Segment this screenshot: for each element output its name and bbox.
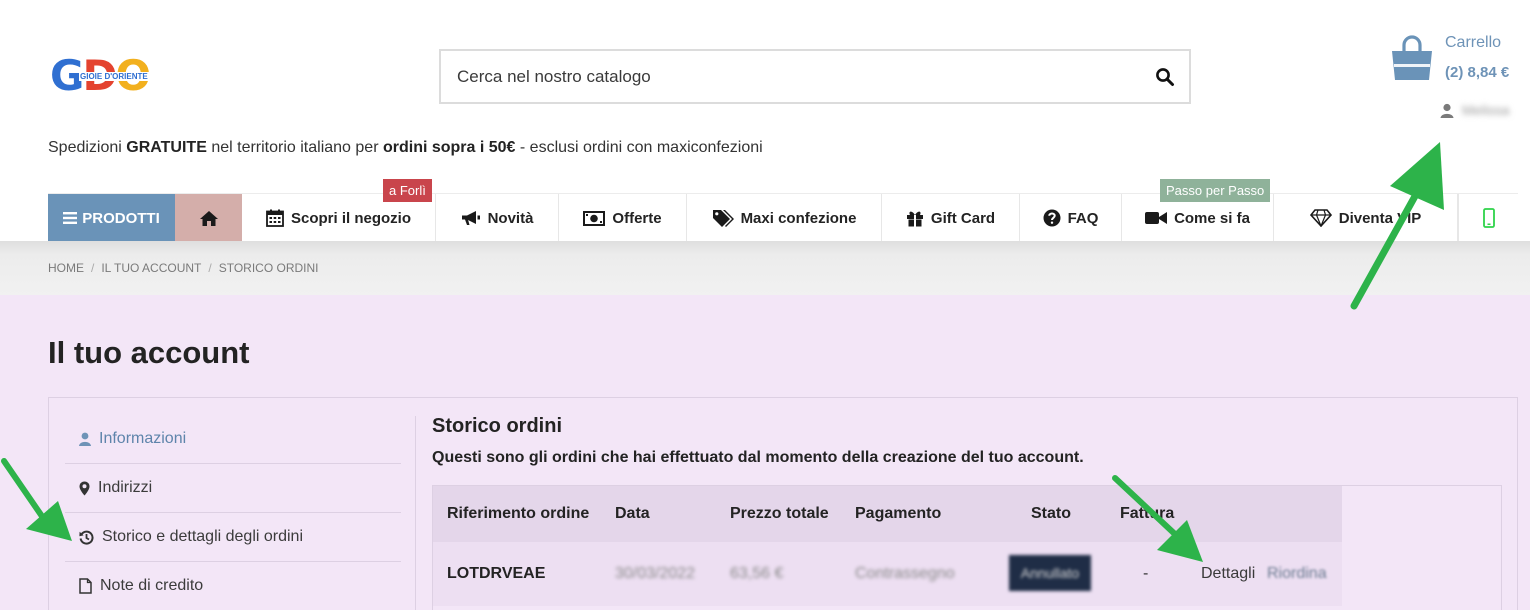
- column-header: Fattura: [1120, 505, 1175, 522]
- main-nav: PRODOTTI Scopri il negozio Novità Offert…: [48, 193, 1518, 242]
- nav-item-label: Offerte: [612, 209, 662, 227]
- user-icon: [79, 432, 91, 446]
- sidebar-item-credit-notes[interactable]: Note di credito: [65, 562, 401, 610]
- order-payment: Contrassegno: [855, 565, 955, 582]
- breadcrumb-separator: /: [91, 261, 95, 275]
- page-title: Il tuo account: [48, 335, 250, 370]
- nav-products-button[interactable]: PRODOTTI: [48, 194, 175, 242]
- howto-badge: Passo per Passo: [1160, 179, 1271, 202]
- order-invoice: -: [1143, 565, 1149, 582]
- site-logo[interactable]: GDO GIOIE D'ORIENTE: [50, 52, 165, 100]
- order-reorder-link[interactable]: Riordina: [1267, 542, 1327, 606]
- logo-subtitle: GIOIE D'ORIENTE: [79, 72, 149, 81]
- nav-item-faq[interactable]: FAQ: [1020, 194, 1122, 242]
- sidebar-item-addresses[interactable]: Indirizzi: [65, 464, 401, 513]
- column-header: Pagamento: [855, 505, 942, 522]
- nav-item-label: Come si fa: [1174, 209, 1250, 227]
- nav-item-label: Diventa VIP: [1338, 209, 1422, 227]
- diamond-icon: [1309, 209, 1332, 227]
- user-name: Melissa: [1462, 102, 1510, 118]
- order-date: 30/03/2022: [615, 565, 696, 582]
- order-reference: LOTDRVEAE: [447, 565, 546, 582]
- breadcrumb-home[interactable]: HOME: [48, 261, 84, 275]
- nav-products-label: PRODOTTI: [82, 209, 160, 227]
- shipping-banner: Spedizioni GRATUITE nel territorio itali…: [48, 139, 763, 156]
- cart-label: Carrello: [1445, 34, 1502, 51]
- orders-table: Riferimento ordine Data Prezzo totale Pa…: [432, 485, 1502, 610]
- mobile-icon: [1482, 208, 1495, 228]
- column-header: Riferimento ordine: [447, 505, 590, 522]
- question-icon: [1043, 209, 1061, 227]
- cart-total: (2) 8,84 €: [1445, 64, 1510, 81]
- user-icon: [1440, 103, 1454, 118]
- hamburger-icon: [63, 212, 78, 224]
- order-total: 63,56 €: [730, 565, 784, 582]
- shopping-bag-icon: [1392, 35, 1432, 80]
- breadcrumb-account[interactable]: IL TUO ACCOUNT: [101, 261, 201, 275]
- search-input[interactable]: [457, 51, 1137, 102]
- history-icon: [79, 530, 94, 545]
- sidebar-item-label: Note di credito: [100, 577, 204, 594]
- sidebar-item-info[interactable]: Informazioni: [65, 415, 401, 464]
- breadcrumb: HOME / IL TUO ACCOUNT / STORICO ORDINI: [48, 261, 319, 275]
- nav-item-offers[interactable]: Offerte: [559, 194, 687, 242]
- nav-item-mobile[interactable]: [1458, 194, 1518, 242]
- search-icon[interactable]: [1155, 67, 1175, 87]
- map-pin-icon: [79, 481, 90, 495]
- gift-icon: [906, 211, 923, 227]
- column-header: Stato: [1031, 505, 1071, 522]
- money-icon: [583, 210, 606, 226]
- nav-item-vip[interactable]: Diventa VIP: [1274, 194, 1458, 242]
- nav-item-label: Gift Card: [930, 209, 996, 227]
- nav-item-label: Scopri il negozio: [290, 209, 411, 227]
- status-badge: Annullato: [1009, 555, 1091, 591]
- video-icon: [1145, 212, 1168, 224]
- panel-divider: [415, 416, 416, 610]
- column-header: Prezzo totale: [730, 505, 829, 522]
- account-content: Il tuo account Informazioni Indirizzi St…: [0, 295, 1530, 610]
- breadcrumb-separator: /: [208, 261, 212, 275]
- sidebar-item-orders[interactable]: Storico e dettagli degli ordini: [65, 513, 401, 562]
- nav-item-label: Maxi confezione: [740, 209, 857, 227]
- nav-home-button[interactable]: [175, 194, 242, 242]
- column-header: Data: [615, 505, 650, 522]
- tags-icon: [712, 210, 734, 227]
- calendar-icon: [266, 209, 284, 227]
- megaphone-icon: [461, 211, 480, 225]
- nav-item-maxi[interactable]: Maxi confezione: [687, 194, 882, 242]
- nav-item-label: Novità: [487, 209, 534, 227]
- store-location-badge: a Forlì: [383, 179, 432, 202]
- home-icon: [199, 210, 218, 226]
- orders-description: Questi sono gli ordini che hai effettuat…: [432, 449, 1084, 466]
- nav-item-label: FAQ: [1067, 209, 1099, 227]
- file-icon: [79, 578, 92, 594]
- search-box: [439, 49, 1191, 104]
- sidebar-item-label: Informazioni: [99, 430, 187, 447]
- orders-table-header: Riferimento ordine Data Prezzo totale Pa…: [433, 486, 1342, 542]
- nav-item-news[interactable]: Novità: [436, 194, 559, 242]
- cart-widget[interactable]: Carrello (2) 8,84 €: [1388, 32, 1528, 92]
- sidebar-item-label: Storico e dettagli degli ordini: [102, 528, 304, 545]
- orders-title: Storico ordini: [432, 415, 562, 437]
- sidebar-item-label: Indirizzi: [98, 479, 153, 496]
- order-details-link[interactable]: Dettagli: [1201, 542, 1255, 606]
- account-panel: Informazioni Indirizzi Storico e dettagl…: [48, 397, 1518, 610]
- breadcrumb-current: STORICO ORDINI: [218, 261, 319, 275]
- table-row: LOTDRVEAE 30/03/2022 63,56 € Contrassegn…: [433, 542, 1342, 606]
- nav-item-giftcard[interactable]: Gift Card: [882, 194, 1020, 242]
